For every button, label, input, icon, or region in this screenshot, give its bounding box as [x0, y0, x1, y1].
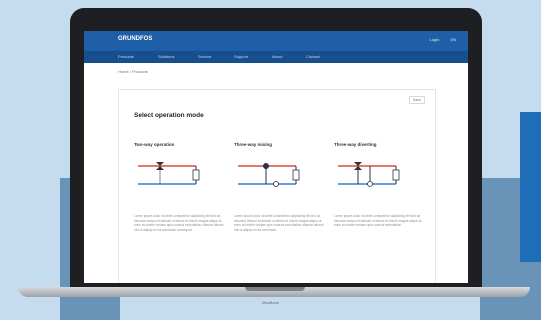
top-bar: GRUNDFOS Login EN	[84, 31, 468, 51]
nav-item-about[interactable]: About	[272, 54, 282, 59]
pump-icon	[273, 181, 279, 187]
valve-diagram	[238, 163, 300, 187]
valve-icon	[263, 163, 269, 169]
breadcrumb[interactable]: Home / Products	[118, 69, 148, 74]
top-links: Login EN	[420, 37, 456, 42]
mode-option-three-way-mixing[interactable]: Three-way mixing Lorem ipsum dolor sit a…	[234, 142, 324, 232]
heat-load-icon	[392, 169, 400, 181]
laptop-screen: GRUNDFOS Login EN Products Solutions Ser…	[84, 31, 468, 283]
heat-load-icon	[292, 169, 300, 181]
nav-item-contact[interactable]: Contact	[306, 54, 320, 59]
nav-item-service[interactable]: Service	[198, 54, 211, 59]
mode-title: Two-way operation	[134, 142, 175, 147]
valve-diagram	[138, 162, 200, 185]
main-nav: Products Solutions Service Support About…	[84, 51, 468, 63]
save-button[interactable]: Save	[409, 96, 425, 104]
nav-item-products[interactable]: Products	[118, 54, 134, 59]
mode-description: Lorem ipsum dolor sit amet consectetur a…	[234, 214, 324, 232]
heat-load-icon	[192, 169, 200, 181]
mode-description: Lorem ipsum dolor sit amet consectetur a…	[134, 214, 224, 232]
mode-description: Lorem ipsum dolor sit amet consectetur a…	[334, 214, 422, 228]
valve-diagram	[338, 162, 400, 187]
laptop-notch	[245, 287, 305, 291]
nav-item-support[interactable]: Support	[234, 54, 248, 59]
mode-option-two-way[interactable]: Two-way operation Lorem ipsum dolor sit …	[134, 142, 224, 232]
nav-item-solutions[interactable]: Solutions	[158, 54, 174, 59]
background-panel	[520, 112, 541, 262]
operation-mode-card: Save Select operation mode Two-way opera…	[118, 89, 436, 283]
language-link[interactable]: EN	[450, 37, 456, 42]
page-title: Select operation mode	[134, 112, 204, 119]
mode-option-three-way-diverting[interactable]: Three-way diverting Lorem ipsum dolor si…	[334, 142, 424, 227]
mode-title: Three-way diverting	[334, 142, 377, 147]
brand-logo[interactable]: GRUNDFOS	[118, 36, 152, 42]
mode-title: Three-way mixing	[234, 142, 273, 147]
pump-icon	[367, 181, 373, 187]
laptop-label: MacBook	[262, 300, 279, 305]
login-link[interactable]: Login	[430, 37, 440, 42]
